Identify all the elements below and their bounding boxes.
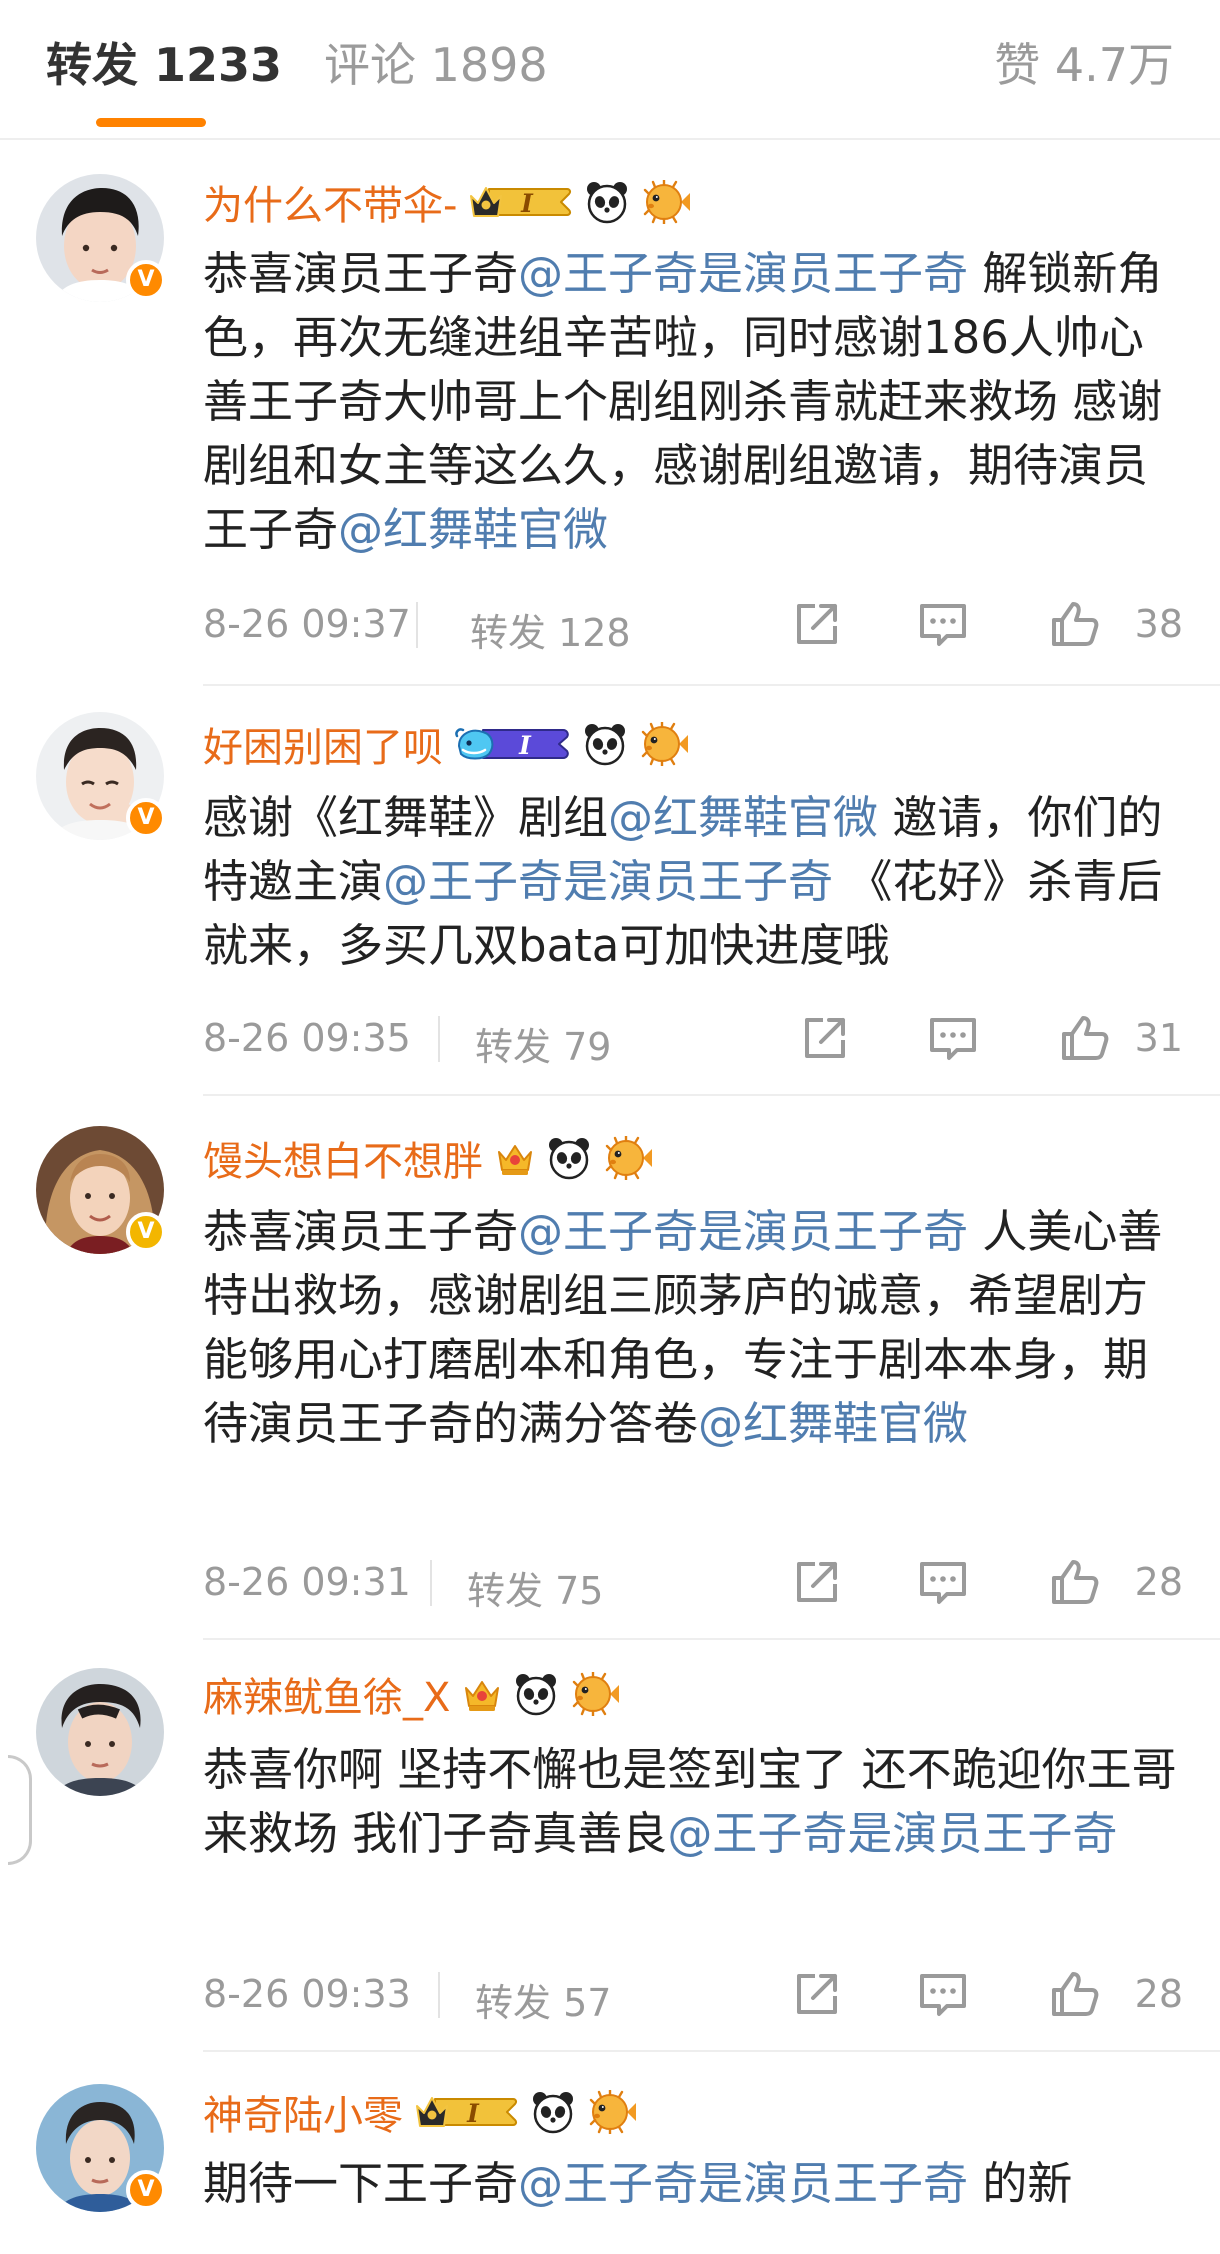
- avatar[interactable]: V: [36, 2084, 166, 2212]
- comment-icon[interactable]: [917, 1556, 969, 1608]
- meta-separator: [438, 1016, 440, 1062]
- comment-divider: [203, 684, 1220, 686]
- share-icon[interactable]: [799, 1012, 851, 1064]
- panda-icon: [531, 2090, 575, 2134]
- avatar[interactable]: [36, 1668, 164, 1796]
- avatar[interactable]: V: [36, 712, 166, 840]
- meta-separator: [416, 602, 418, 648]
- username[interactable]: 麻辣鱿鱼徐_X: [203, 1665, 450, 1723]
- crown-level-badge-icon: [469, 182, 573, 222]
- share-icon[interactable]: [791, 1556, 843, 1608]
- verified-badge-icon: V: [126, 2170, 166, 2210]
- avatar[interactable]: V: [36, 174, 166, 302]
- mention-link[interactable]: @王子奇是演员王子奇: [518, 247, 968, 300]
- mention-link[interactable]: @王子奇是演员王子奇: [667, 1807, 1117, 1860]
- like-icon[interactable]: [1049, 598, 1101, 650]
- pufferfish-icon: [587, 2090, 637, 2134]
- mention-link[interactable]: @王子奇是演员王子奇: [518, 1205, 968, 1258]
- verified-badge-icon: V: [126, 260, 166, 300]
- like-count: 38: [1134, 602, 1183, 646]
- pufferfish-icon: [641, 180, 691, 224]
- mention-link[interactable]: @红舞鞋官微: [338, 503, 608, 556]
- comment-divider: [203, 1638, 1220, 1640]
- pufferfish-icon: [639, 722, 689, 766]
- comment-time: 8-26 09:37: [203, 602, 411, 646]
- like-icon[interactable]: [1049, 1968, 1101, 2020]
- tab-likes[interactable]: 赞 4.7万: [994, 30, 1174, 100]
- comment-meta: 8-26 09:37 转发 128 38: [203, 594, 1183, 657]
- comment-text-segment: 恭喜演员王子奇: [203, 247, 519, 300]
- comment-text-segment: 感谢《红舞鞋》剧组: [203, 791, 609, 844]
- comment-text-segment: 的新: [968, 2157, 1073, 2210]
- comment-icon[interactable]: [927, 1012, 979, 1064]
- comment-text-segment: 期待一下王子奇: [203, 2157, 519, 2210]
- whale-level-badge-icon: [455, 724, 571, 764]
- username[interactable]: 神奇陆小零: [203, 2083, 403, 2141]
- meta-separator: [438, 1972, 440, 2018]
- share-icon[interactable]: [791, 1968, 843, 2020]
- repost-count[interactable]: 转发 57: [475, 1972, 611, 2027]
- like-icon[interactable]: [1059, 1012, 1111, 1064]
- repost-count[interactable]: 转发 79: [475, 1016, 611, 1071]
- comment-time: 8-26 09:31: [203, 1560, 411, 1604]
- pufferfish-icon: [603, 1136, 653, 1180]
- comment-time: 8-26 09:35: [203, 1016, 411, 1060]
- username[interactable]: 好困别困了呗: [203, 715, 443, 773]
- comment-icon[interactable]: [917, 1968, 969, 2020]
- like-count: 28: [1134, 1560, 1183, 1604]
- mention-link[interactable]: @王子奇是演员王子奇: [518, 2157, 968, 2210]
- meta-separator: [430, 1560, 432, 1606]
- crown-level-badge-icon: [415, 2092, 519, 2132]
- comment-time: 8-26 09:33: [203, 1972, 411, 2016]
- comment-text: 期待一下王子奇@王子奇是演员王子奇 的新: [203, 2152, 1183, 2232]
- panda-icon: [583, 722, 627, 766]
- comment-text: 恭喜你啊 坚持不懈也是签到宝了 还不跪迎你王哥来救场 我们子奇真善良@王子奇是演…: [203, 1738, 1183, 1866]
- comment-text: 感谢《红舞鞋》剧组@红舞鞋官微 邀请，你们的特邀主演@王子奇是演员王子奇 《花好…: [203, 786, 1183, 978]
- comment-meta: 8-26 09:35 转发 79 31: [203, 1008, 1183, 1071]
- comment-icon[interactable]: [917, 598, 969, 650]
- comment-text-segment: 恭喜演员王子奇: [203, 1205, 519, 1258]
- verified-badge-icon: V: [126, 798, 166, 838]
- like-icon[interactable]: [1049, 1556, 1101, 1608]
- comment-text: 恭喜演员王子奇@王子奇是演员王子奇 人美心善特出救场，感谢剧组三顾茅庐的诚意，希…: [203, 1200, 1183, 1456]
- mention-link[interactable]: @红舞鞋官微: [698, 1397, 968, 1450]
- comment-meta: 8-26 09:31 转发 75 28: [203, 1552, 1183, 1615]
- comment-divider: [203, 1094, 1220, 1096]
- username[interactable]: 馒头想白不想胖: [203, 1129, 483, 1187]
- avatar[interactable]: V: [36, 1126, 166, 1254]
- verified-badge-icon: V: [126, 1212, 166, 1252]
- pufferfish-icon: [570, 1672, 620, 1716]
- tab-bar: 转发 1233 评论 1898 赞 4.7万: [0, 0, 1220, 140]
- tab-reposts[interactable]: 转发 1233: [46, 30, 282, 100]
- comment-divider: [203, 2050, 1220, 2052]
- mention-link[interactable]: @红舞鞋官微: [608, 791, 878, 844]
- edge-swipe-handle[interactable]: [8, 1755, 32, 1865]
- repost-count[interactable]: 转发 75: [467, 1560, 603, 1615]
- panda-icon: [547, 1136, 591, 1180]
- share-icon[interactable]: [791, 598, 843, 650]
- tab-comments[interactable]: 评论 1898: [324, 30, 548, 100]
- username[interactable]: 为什么不带伞-: [203, 173, 457, 231]
- like-count: 28: [1134, 1972, 1183, 2016]
- mention-link[interactable]: @王子奇是演员王子奇: [383, 855, 833, 908]
- panda-icon: [585, 180, 629, 224]
- panda-icon: [514, 1672, 558, 1716]
- comment-text: 恭喜演员王子奇@王子奇是演员王子奇 解锁新角色，再次无缝进组辛苦啦，同时感谢18…: [203, 242, 1183, 562]
- comment-meta: 8-26 09:33 转发 57 28: [203, 1964, 1183, 2027]
- like-count: 31: [1134, 1016, 1183, 1060]
- repost-count[interactable]: 转发 128: [470, 602, 631, 657]
- crown-icon: [462, 1674, 502, 1714]
- active-tab-indicator: [96, 118, 206, 127]
- crown-icon: [495, 1138, 535, 1178]
